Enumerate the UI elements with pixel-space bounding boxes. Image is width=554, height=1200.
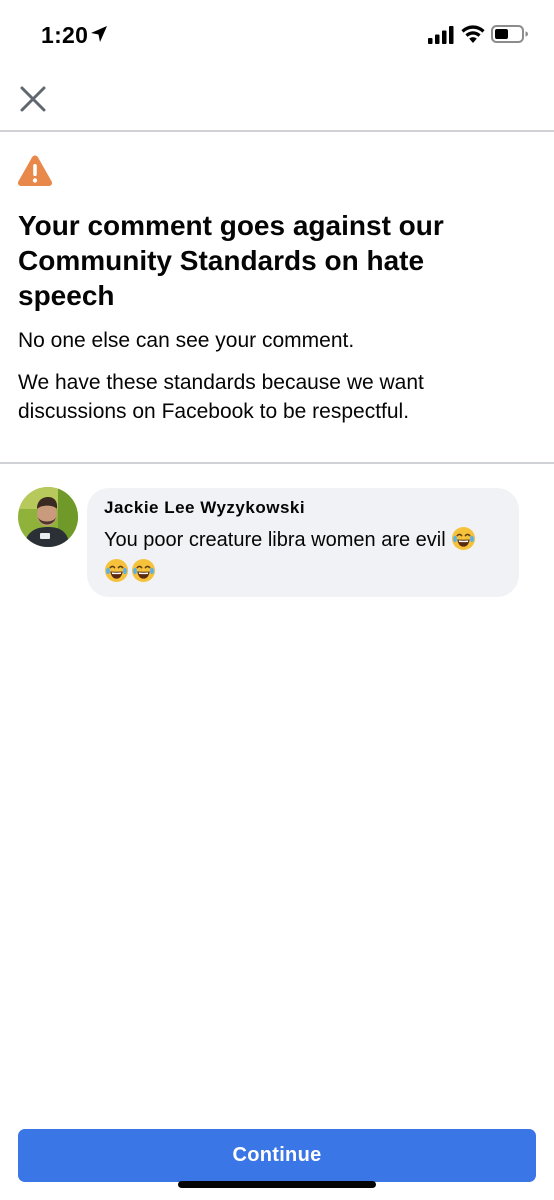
notice-explanation-text: We have these standards because we want … bbox=[18, 371, 424, 423]
signal-icon bbox=[428, 26, 454, 44]
header-divider bbox=[0, 130, 554, 132]
status-time: 1:20 bbox=[41, 22, 89, 48]
comment-bubble[interactable]: Jackie Lee Wyzykowski You poor creature … bbox=[87, 488, 519, 597]
continue-button[interactable]: Continue bbox=[18, 1129, 536, 1182]
home-indicator[interactable] bbox=[178, 1181, 376, 1188]
comment-text: You poor creature libra women are evil bbox=[104, 524, 503, 588]
wifi-icon bbox=[461, 25, 485, 43]
battery-icon bbox=[491, 25, 528, 43]
laughing-emoji-icon bbox=[131, 558, 156, 583]
location-arrow-icon bbox=[91, 26, 107, 42]
notice-visibility-text: No one else can see your comment. bbox=[18, 329, 355, 352]
close-button[interactable] bbox=[14, 80, 52, 118]
comment-text-content: You poor creature libra women are evil bbox=[104, 529, 446, 551]
comment-author[interactable]: Jackie Lee Wyzykowski bbox=[104, 497, 503, 519]
laughing-emoji-icon bbox=[104, 558, 129, 583]
content-divider bbox=[0, 462, 554, 464]
notice-title: Your comment goes against our Community … bbox=[18, 210, 444, 311]
avatar-photo bbox=[18, 487, 78, 547]
laughing-emoji-icon bbox=[452, 526, 476, 551]
status-bar: 1:20 bbox=[0, 0, 554, 70]
close-icon bbox=[20, 86, 46, 112]
avatar[interactable] bbox=[18, 487, 78, 547]
warning-icon bbox=[17, 155, 53, 186]
